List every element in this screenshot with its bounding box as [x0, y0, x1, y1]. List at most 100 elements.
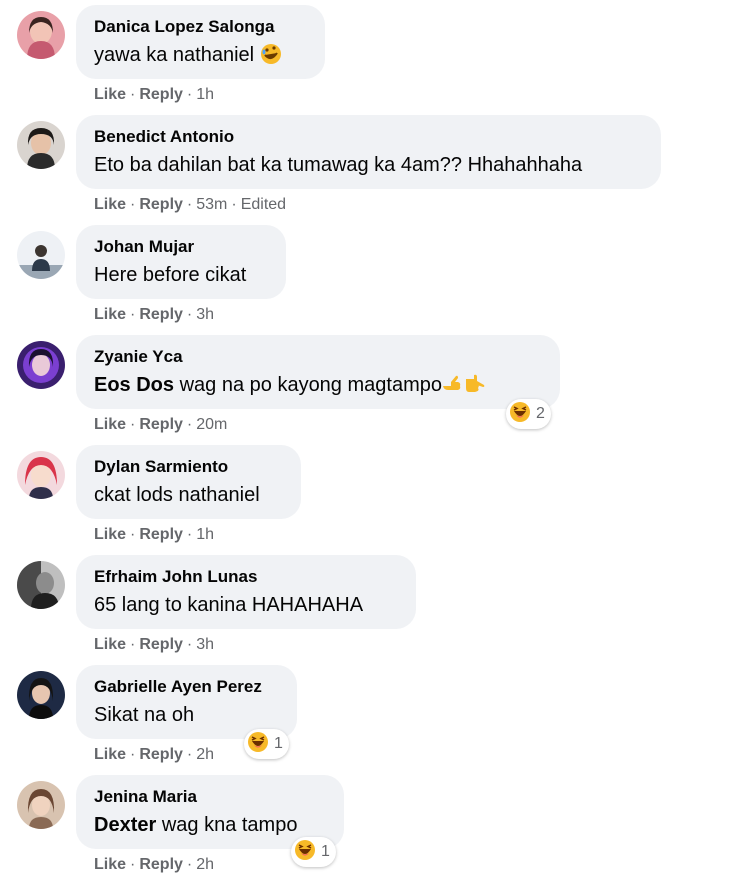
- avatar[interactable]: [17, 341, 65, 389]
- separator: ·: [231, 196, 237, 213]
- comment-time[interactable]: 3h: [196, 636, 214, 653]
- like-button[interactable]: Like: [94, 86, 126, 103]
- comment-time[interactable]: 1h: [196, 526, 214, 543]
- comment-text: ckat lods nathaniel: [94, 484, 260, 506]
- comment-time[interactable]: 2h: [196, 746, 214, 763]
- reply-button[interactable]: Reply: [139, 86, 183, 103]
- comment: Jenina Maria Dexter wag kna tampo 1 Like…: [0, 775, 750, 885]
- reply-button[interactable]: Reply: [139, 856, 183, 873]
- comment-time[interactable]: 2h: [196, 856, 214, 873]
- separator: ·: [130, 86, 136, 103]
- separator: ·: [130, 526, 136, 543]
- separator: ·: [130, 416, 136, 433]
- reaction-count[interactable]: 1: [244, 729, 289, 759]
- mention-link[interactable]: Dexter: [94, 814, 156, 836]
- comment-text-body: wag kna tampo: [156, 814, 298, 836]
- avatar[interactable]: [17, 561, 65, 609]
- reply-button[interactable]: Reply: [139, 526, 183, 543]
- edited-label: Edited: [240, 196, 287, 213]
- comment-meta: Like · Reply · 3h: [94, 305, 214, 325]
- comment-bubble: Gabrielle Ayen Perez Sikat na oh: [76, 665, 297, 739]
- comment-meta: Like · Reply · 2h: [94, 745, 214, 765]
- avatar[interactable]: [17, 121, 65, 169]
- like-button[interactable]: Like: [94, 636, 126, 653]
- like-button[interactable]: Like: [94, 746, 126, 763]
- haha-reaction-icon: [247, 731, 269, 758]
- comment-meta: Like · Reply · 1h: [94, 85, 214, 105]
- separator: ·: [130, 636, 136, 653]
- reply-button[interactable]: Reply: [139, 196, 183, 213]
- comment: Danica Lopez Salonga yawa ka nathaniel L…: [0, 5, 750, 115]
- comment-time[interactable]: 53m: [196, 196, 227, 213]
- like-button[interactable]: Like: [94, 856, 126, 873]
- avatar[interactable]: [17, 451, 65, 499]
- comment-author[interactable]: Gabrielle Ayen Perez: [94, 677, 279, 697]
- comment-bubble: Benedict Antonio Eto ba dahilan bat ka t…: [76, 115, 661, 189]
- comment-text: 65 lang to kanina HAHAHAHA: [94, 594, 364, 616]
- comment-author[interactable]: Dylan Sarmiento: [94, 457, 283, 477]
- avatar[interactable]: [17, 781, 65, 829]
- comment-meta: Like · Reply · 1h: [94, 525, 214, 545]
- comment-text-body: yawa ka nathaniel: [94, 44, 255, 66]
- comment-bubble: Dylan Sarmiento ckat lods nathaniel: [76, 445, 301, 519]
- rolling-on-floor-laughing-emoji-icon: [260, 43, 282, 73]
- separator: ·: [186, 416, 193, 433]
- comment-author[interactable]: Johan Mujar: [94, 237, 268, 257]
- separator: ·: [186, 196, 193, 213]
- separator: ·: [130, 856, 136, 873]
- comment-bubble: Zyanie Yca Eos Dos wag na po kayong magt…: [76, 335, 560, 409]
- comment-author[interactable]: Zyanie Yca: [94, 347, 542, 367]
- reaction-count-value: 2: [536, 405, 545, 422]
- comment-text: Here before cikat: [94, 264, 247, 286]
- avatar[interactable]: [17, 231, 65, 279]
- comment-text: yawa ka nathaniel: [94, 41, 307, 73]
- comment-text: Eos Dos wag na po kayong magtampo: [94, 371, 542, 403]
- comment-bubble: Efrhaim John Lunas 65 lang to kanina HAH…: [76, 555, 416, 629]
- comment-time[interactable]: 3h: [196, 306, 214, 323]
- comment: Zyanie Yca Eos Dos wag na po kayong magt…: [0, 335, 750, 445]
- like-button[interactable]: Like: [94, 196, 126, 213]
- comment: Johan Mujar Here before cikat Like · Reply…: [0, 225, 750, 335]
- comment-time[interactable]: 20m: [196, 416, 227, 433]
- comment-meta: Like · Reply · 2h: [94, 855, 214, 875]
- separator: ·: [186, 86, 193, 103]
- comment-author[interactable]: Efrhaim John Lunas: [94, 567, 398, 587]
- avatar[interactable]: [17, 671, 65, 719]
- reaction-count[interactable]: 2: [506, 399, 551, 429]
- comment-author[interactable]: Jenina Maria: [94, 787, 326, 807]
- avatar[interactable]: [17, 11, 65, 59]
- separator: ·: [186, 526, 193, 543]
- comment-meta: Like · Reply · 3h: [94, 635, 214, 655]
- reaction-count-value: 1: [321, 843, 330, 860]
- like-button[interactable]: Like: [94, 526, 126, 543]
- reaction-count[interactable]: 1: [291, 837, 336, 867]
- comment-text: Dexter wag kna tampo: [94, 811, 326, 839]
- separator: ·: [130, 306, 136, 323]
- separator: ·: [130, 196, 136, 213]
- haha-reaction-icon: [509, 401, 531, 428]
- comment: Efrhaim John Lunas 65 lang to kanina HAH…: [0, 555, 750, 665]
- mention-link[interactable]: Eos Dos: [94, 374, 174, 396]
- reply-button[interactable]: Reply: [139, 416, 183, 433]
- comment-text-body: wag na po kayong magtampo: [174, 374, 442, 396]
- comment-author[interactable]: Danica Lopez Salonga: [94, 17, 307, 37]
- reply-button[interactable]: Reply: [139, 636, 183, 653]
- comment-bubble: Danica Lopez Salonga yawa ka nathaniel: [76, 5, 325, 79]
- comment-bubble: Johan Mujar Here before cikat: [76, 225, 286, 299]
- comment-time[interactable]: 1h: [196, 86, 214, 103]
- separator: ·: [186, 636, 193, 653]
- reply-button[interactable]: Reply: [139, 746, 183, 763]
- comment-author[interactable]: Benedict Antonio: [94, 127, 643, 147]
- like-button[interactable]: Like: [94, 416, 126, 433]
- reply-button[interactable]: Reply: [139, 306, 183, 323]
- reaction-count-value: 1: [274, 735, 283, 752]
- like-button[interactable]: Like: [94, 306, 126, 323]
- comment: Dylan Sarmiento ckat lods nathaniel Like…: [0, 445, 750, 555]
- comment: Benedict Antonio Eto ba dahilan bat ka t…: [0, 115, 750, 225]
- comment-text: Eto ba dahilan bat ka tumawag ka 4am?? H…: [94, 154, 583, 176]
- separator: ·: [186, 746, 193, 763]
- comment-text: Sikat na oh: [94, 704, 195, 726]
- haha-reaction-icon: [294, 839, 316, 866]
- comment-meta: Like · Reply · 53m · Edited: [94, 195, 286, 215]
- pointing-hands-emoji-icon: [442, 373, 486, 403]
